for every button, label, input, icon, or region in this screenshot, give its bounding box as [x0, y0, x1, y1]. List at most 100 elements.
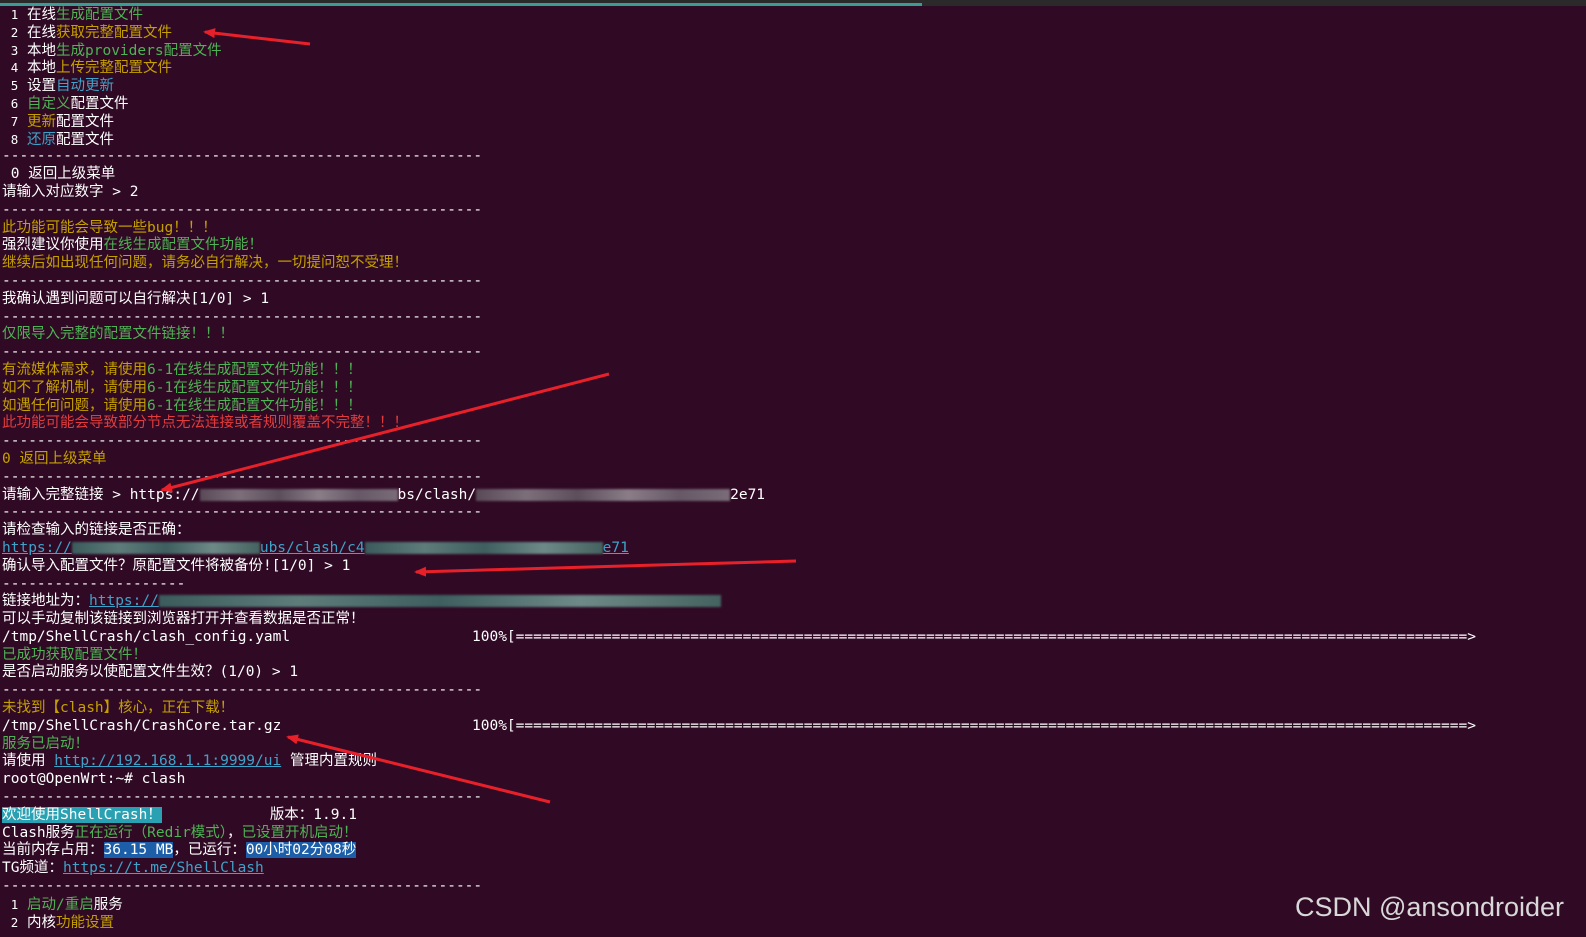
menu-item-4: 4 本地上传完整配置文件	[2, 59, 1586, 77]
warning-recommend: 强烈建议你使用在线生成配置文件功能！	[2, 237, 263, 254]
separator: ----------------------------------------…	[2, 789, 483, 806]
tg-channel-line: TG频道：https://t.me/ShellClash	[2, 860, 264, 877]
input-link-line: 请输入完整链接 > https://bs/clash/2e71	[2, 486, 766, 503]
separator: ----------------------------------------…	[2, 344, 483, 361]
menu-item-number: 2	[10, 24, 19, 40]
uptime-value: 00小时02分08秒	[245, 842, 357, 859]
confirm-self-resolve: 我确认遇到问题可以自行解决[1/0] > 1	[2, 290, 270, 307]
warning-self-resolve: 继续后如出现任何问题，请务必自行解决，一切提问恕不受理！	[2, 255, 408, 272]
separator: ----------------------------------------…	[2, 148, 483, 165]
link-address-url[interactable]: https://	[89, 593, 159, 609]
separator: ----------------------------------------…	[2, 272, 483, 289]
download-progress-bar: 100%[===================================…	[472, 717, 1476, 734]
menu-item-label: 更新	[27, 113, 56, 130]
redacted-token	[364, 541, 603, 554]
service-status-line: Clash服务正在运行（Redir模式），已设置开机启动！	[2, 824, 358, 841]
shell-prompt: root@OpenWrt:~# clash	[2, 771, 186, 788]
warning-bug: 此功能可能会导致一些bug！！！	[2, 219, 217, 236]
autostart-status: 已设置开机启动！	[241, 824, 358, 841]
config-menu: 1 在线生成配置文件 2 在线获取完整配置文件 3 本地生成providers配…	[2, 6, 1586, 148]
download-progress-bar: 100%[===================================…	[472, 628, 1476, 645]
separator: ----------------------------------------…	[2, 201, 483, 218]
menu-item-number: 7	[10, 113, 19, 129]
welcome-line: 欢迎使用ShellCrash！ 版本：1.9.1	[2, 806, 1586, 825]
menu-item-label: 还原	[27, 131, 56, 148]
memory-value: 36.15 MB	[103, 842, 174, 859]
menu-item-label: 本地	[27, 42, 56, 59]
core-missing-msg: 未找到【clash】核心，正在下载！	[2, 700, 235, 717]
menu-item-label: 获取完整配置文件	[56, 24, 172, 41]
menu-item-8: 8 还原配置文件	[2, 131, 1586, 149]
only-full-link-note: 仅限导入完整的配置文件链接！！！	[2, 326, 234, 343]
watermark: CSDN @ansondroider	[1294, 892, 1564, 922]
separator: ----------------------------------------…	[2, 682, 483, 699]
menu-item-label: 配置文件	[56, 113, 114, 130]
manual-copy-note: 可以手动复制该链接到浏览器打开并查看数据是否正常！	[2, 611, 365, 628]
back-menu-item: 0 返回上级菜单	[10, 166, 116, 183]
menu-item-label: 上传完整配置文件	[56, 60, 172, 77]
menu-item-label: 在线	[27, 24, 56, 41]
service-started-msg: 服务已启动！	[2, 735, 89, 752]
menu-item-7: 7 更新配置文件	[2, 113, 1586, 131]
check-link-prompt: 请检查输入的链接是否正确：	[2, 522, 191, 539]
separator: ----------------------------------------…	[2, 308, 483, 325]
redacted-host	[71, 541, 260, 554]
tip-feature: 6-1在线生成配置文件功能！！！	[147, 379, 362, 396]
menu-item-label: 在线	[27, 7, 56, 23]
menu-item-label: 配置文件	[70, 95, 129, 112]
check-link-url[interactable]: https://ubs/clash/c4 e71	[2, 540, 1586, 558]
menu-item-label: 生成providers配置文件	[56, 42, 222, 59]
menu-item-label: 自定义	[27, 95, 71, 112]
tip-line: 有流媒体需求，请使用6-1在线生成配置文件功能！！！	[2, 362, 1586, 380]
tip-feature: 6-1在线生成配置文件功能！！！	[147, 397, 362, 414]
service-running-badge: 正在运行（Redir模式）	[74, 824, 228, 841]
menu-item-label: 本地	[27, 60, 56, 77]
redacted-url	[158, 595, 721, 608]
menu-item-label: 自动更新	[56, 78, 114, 95]
menu-item-label: 生成配置文件	[56, 7, 143, 23]
tip-text: 有流媒体需求，请使用	[2, 361, 147, 378]
menu-item-number: 4	[10, 60, 19, 76]
back-menu-yellow: 0 返回上级菜单	[2, 450, 107, 467]
menu-item-number: 5	[10, 78, 19, 94]
menu-item-3: 3 本地生成providers配置文件	[2, 42, 1586, 60]
menu-item-number: 1	[10, 7, 19, 22]
menu-item-number: 8	[10, 131, 19, 147]
download-core-line: /tmp/ShellCrash/CrashCore.tar.gz 100%[===…	[2, 717, 1476, 734]
redacted-host	[199, 488, 398, 501]
dashboard-url[interactable]: http://192.168.1.1:9999/ui	[54, 753, 281, 769]
welcome-banner: 欢迎使用ShellCrash！	[2, 806, 162, 823]
prompt-choice: 请输入对应数字 > 2	[2, 183, 139, 200]
warning-red: 此功能可能会导致部分节点无法连接或者规则覆盖不完整！！！	[2, 415, 408, 432]
tg-channel-link[interactable]: https://t.me/ShellClash	[63, 860, 264, 876]
redacted-token	[476, 488, 731, 501]
terminal-output[interactable]: 1 在线生成配置文件 2 在线获取完整配置文件 3 本地生成providers配…	[2, 6, 1586, 931]
tip-feature: 6-1在线生成配置文件功能！！！	[147, 361, 362, 378]
version-label: 版本：1.9.1	[269, 806, 357, 823]
separator: ----------------------------------------…	[2, 468, 483, 485]
separator: ----------------------------------------…	[2, 504, 483, 521]
menu-item-label: 功能设置	[56, 914, 114, 931]
menu-item-2: 2 在线获取完整配置文件	[2, 24, 1586, 42]
menu-item-number: 6	[10, 95, 19, 111]
menu-item-label: 服务	[93, 896, 123, 913]
confirm-import: 确认导入配置文件？原配置文件将被备份![1/0] > 1	[2, 557, 351, 574]
tips-list: 有流媒体需求，请使用6-1在线生成配置文件功能！！！ 如不了解机制，请使用6-1在…	[2, 362, 1586, 415]
tip-line: 如遇任何问题，请使用6-1在线生成配置文件功能！！！	[2, 398, 1586, 416]
dashboard-hint: 请使用 http://192.168.1.1:9999/ui 管理内置规则	[2, 753, 377, 770]
memory-status-line: 当前内存占用：36.15 MB，已运行：00小时02分08秒	[2, 842, 357, 859]
separator-short: ---------------------	[2, 575, 186, 592]
start-service-prompt: 是否启动服务以使配置文件生效？(1/0) > 1	[2, 664, 299, 681]
menu-item-label: 启动/重启	[27, 896, 94, 913]
download-config-line: /tmp/ShellCrash/clash_config.yaml 100%[==…	[2, 628, 1476, 645]
tip-text: 如不了解机制，请使用	[2, 379, 147, 396]
tip-line: 如不了解机制，请使用6-1在线生成配置文件功能！！！	[2, 380, 1586, 398]
menu-item-5: 5 设置自动更新	[2, 77, 1586, 95]
got-config-msg: 已成功获取配置文件！	[2, 646, 147, 663]
tip-text: 如遇任何问题，请使用	[2, 397, 147, 414]
menu-item-6: 6 自定义配置文件	[2, 95, 1586, 113]
menu-item-label: 设置	[27, 78, 56, 95]
menu-item-label: 内核	[27, 914, 56, 931]
menu-item-1: 1 在线生成配置文件	[2, 6, 1586, 24]
link-address-line: 链接地址为：https://	[2, 593, 1586, 611]
